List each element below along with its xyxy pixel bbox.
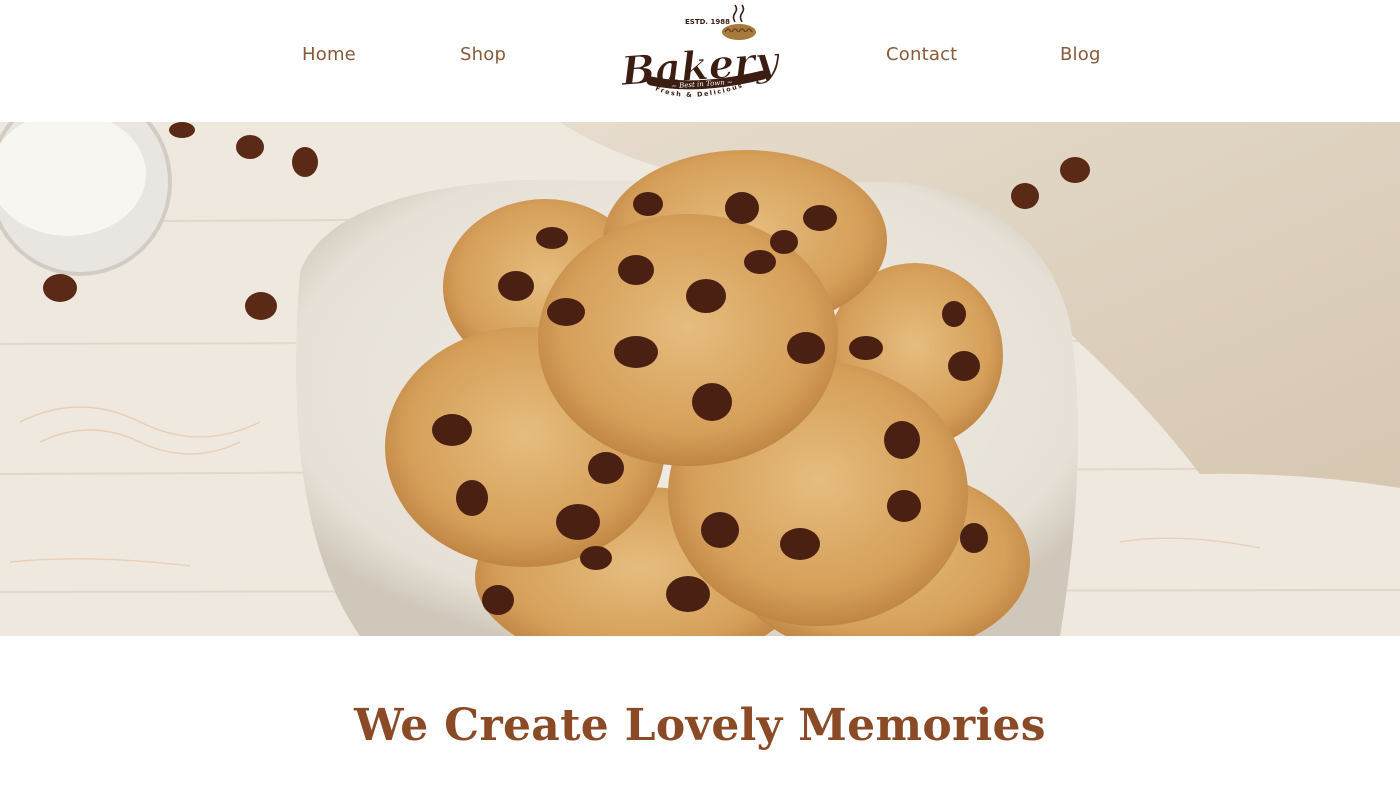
site-header: Home Shop ESTD. 1988 Bakery ~ Best in To…	[0, 0, 1400, 122]
nav-shop-link[interactable]: Shop	[460, 44, 506, 65]
nav-home-link[interactable]: Home	[302, 44, 356, 65]
nav-contact-link[interactable]: Contact	[886, 44, 957, 65]
logo-established-text: ESTD. 1988	[685, 18, 730, 26]
nav-blog-link[interactable]: Blog	[1060, 44, 1101, 65]
cookies-plate-illustration	[0, 122, 1400, 636]
page-headline: We Create Lovely Memories	[354, 700, 1046, 751]
bakery-logo-graphic: ESTD. 1988 Bakery ~ Best in Town ~ Fresh…	[618, 4, 779, 99]
bakery-logo[interactable]: ESTD. 1988 Bakery ~ Best in Town ~ Fresh…	[615, 4, 779, 106]
hero-image	[0, 122, 1400, 636]
